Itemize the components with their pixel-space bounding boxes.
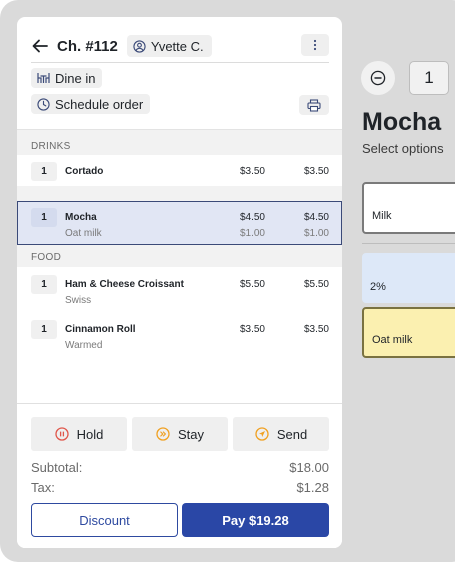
- option-2-percent[interactable]: 2%: [362, 253, 455, 303]
- item-modifier: Oat milk: [65, 228, 102, 239]
- subtotal-label: Subtotal:: [31, 460, 83, 475]
- quantity-input[interactable]: 1: [409, 61, 449, 95]
- item-total: $3.50: [303, 324, 329, 335]
- send-label: Send: [276, 426, 308, 442]
- order-panel: Ch. #112 Yvette C. Dine in Schedule orde…: [17, 17, 342, 548]
- print-button[interactable]: [299, 95, 329, 115]
- hold-button[interactable]: Hold: [31, 417, 127, 451]
- back-arrow-icon: [32, 39, 48, 53]
- item-total: $4.50: [303, 212, 329, 223]
- stay-label: Stay: [177, 426, 204, 442]
- schedule-label: Schedule order: [55, 96, 144, 112]
- options-divider: [362, 243, 455, 244]
- more-button[interactable]: [301, 34, 329, 56]
- item-modifier: Swiss: [65, 295, 92, 306]
- item-quantity[interactable]: 1: [31, 275, 57, 294]
- decrease-quantity-button[interactable]: [361, 61, 395, 95]
- tax-row: Tax: $1.28: [31, 480, 329, 495]
- minus-icon: [370, 70, 386, 86]
- order-item-ham-cheese-croissant[interactable]: 1 Ham & Cheese Croissant $5.50 $5.50 Swi…: [17, 267, 342, 312]
- hold-label: Hold: [76, 426, 104, 442]
- item-price: $3.50: [239, 324, 265, 335]
- item-total: $5.50: [303, 279, 329, 290]
- header-divider: [31, 62, 329, 63]
- pay-button[interactable]: Pay $19.28: [182, 503, 329, 537]
- pause-icon: [54, 427, 69, 441]
- item-quantity[interactable]: 1: [31, 320, 57, 339]
- option-milk[interactable]: Milk: [362, 182, 455, 234]
- option-oat-milk[interactable]: Oat milk: [362, 307, 455, 358]
- item-total: $3.50: [303, 166, 329, 177]
- order-header: Ch. #112 Yvette C.: [31, 33, 329, 59]
- order-item-cortado[interactable]: 1 Cortado $3.50 $3.50: [17, 155, 342, 186]
- item-name: Cortado: [65, 166, 104, 177]
- modifier-price: $1.00: [239, 228, 265, 239]
- item-price: $4.50: [239, 212, 265, 223]
- fast-forward-icon: [156, 427, 170, 441]
- item-quantity[interactable]: 1: [31, 208, 57, 227]
- food-items-group: 1 Ham & Cheese Croissant $5.50 $5.50 Swi…: [17, 267, 342, 404]
- kebab-icon: [313, 39, 317, 51]
- item-name: Cinnamon Roll: [65, 324, 136, 335]
- option-label: Oat milk: [372, 334, 413, 346]
- subtotal-row: Subtotal: $18.00: [31, 460, 329, 475]
- clock-icon: [37, 97, 50, 111]
- order-item-mocha[interactable]: 1 Mocha $4.50 $4.50 Oat milk $1.00 $1.00: [17, 201, 342, 245]
- tax-value: $1.28: [296, 480, 329, 495]
- schedule-order-chip[interactable]: Schedule order: [31, 94, 151, 114]
- customer-name: Yvette C.: [150, 38, 204, 54]
- back-button[interactable]: [31, 37, 49, 55]
- dine-in-label: Dine in: [55, 70, 96, 86]
- item-detail-title: Mocha: [362, 108, 442, 136]
- item-price: $5.50: [239, 279, 265, 290]
- send-icon: [255, 427, 269, 441]
- check-title: Ch. #112: [57, 37, 118, 55]
- item-name: Ham & Cheese Croissant: [65, 279, 184, 290]
- item-price: $3.50: [239, 166, 265, 177]
- order-item-cinnamon-roll[interactable]: 1 Cinnamon Roll $3.50 $3.50 Warmed: [17, 312, 342, 357]
- item-modifier: Warmed: [65, 340, 103, 351]
- item-detail-subtitle: Select options: [362, 141, 444, 156]
- subtotal-value: $18.00: [289, 460, 329, 475]
- printer-icon: [307, 98, 321, 112]
- section-food: FOOD: [31, 252, 62, 263]
- item-quantity[interactable]: 1: [31, 162, 57, 181]
- stay-button[interactable]: Stay: [132, 417, 228, 451]
- tax-label: Tax:: [31, 480, 55, 495]
- user-icon: [133, 39, 146, 53]
- send-button[interactable]: Send: [233, 417, 329, 451]
- customer-chip[interactable]: Yvette C.: [126, 35, 212, 57]
- dine-in-chip[interactable]: Dine in: [31, 68, 103, 88]
- order-footer: Hold Stay Send Subtotal: $18.00 Tax: $1.…: [17, 403, 342, 548]
- modifier-total: $1.00: [303, 228, 329, 239]
- order-items-list: DRINKS 1 Cortado $3.50 $3.50 1 Mocha $4.…: [17, 129, 342, 404]
- table-icon: [37, 73, 50, 83]
- section-drinks: DRINKS: [31, 141, 71, 152]
- item-name: Mocha: [65, 212, 97, 223]
- option-label: Milk: [372, 210, 392, 222]
- option-label: 2%: [370, 281, 386, 293]
- discount-button[interactable]: Discount: [31, 503, 178, 537]
